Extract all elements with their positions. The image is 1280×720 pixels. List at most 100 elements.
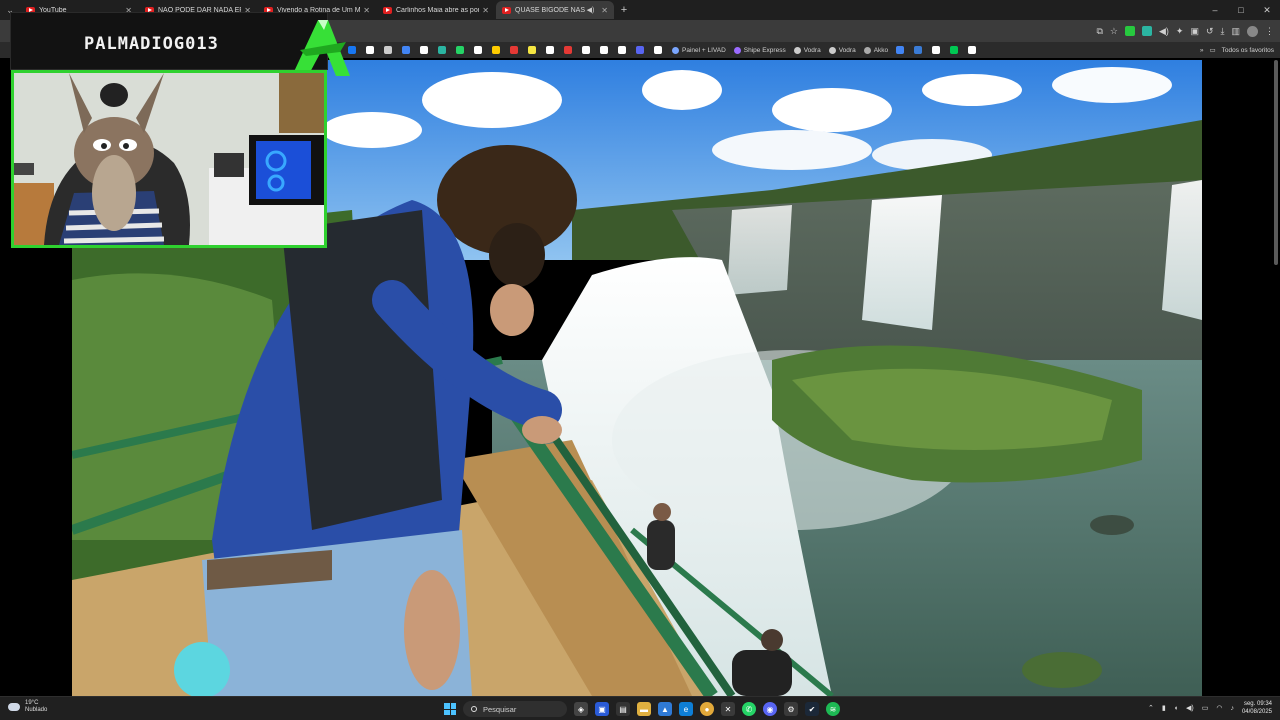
history-icon[interactable]: ↺	[1206, 26, 1214, 37]
bookmark-favicon-icon[interactable]	[600, 46, 608, 54]
screen: ⌄ YouTube ✕ NÃO PODE DAR NADA ERRADO ✕ V…	[0, 0, 1280, 720]
bookmark-favicon-icon[interactable]	[528, 46, 536, 54]
bookmark-favicon-icon[interactable]	[932, 46, 941, 54]
bookmark-favicon-icon[interactable]	[636, 46, 644, 54]
tab-video-3[interactable]: Carlinhos Maia abre as portas ✕	[377, 1, 495, 19]
webcam-image	[14, 73, 324, 245]
downloads-icon[interactable]: ⤓	[1221, 26, 1225, 37]
bookmark-favicon-icon[interactable]	[968, 46, 977, 54]
extensions-menu-icon[interactable]: ▣	[1190, 26, 1199, 37]
minimize-button[interactable]: –	[1202, 5, 1228, 16]
close-window-button[interactable]: ✕	[1254, 5, 1280, 16]
bookmark-favicon-icon[interactable]	[474, 46, 482, 54]
more-bookmarks-chevron-icon[interactable]: »	[1200, 47, 1204, 54]
discord-icon[interactable]: ◉	[763, 702, 777, 716]
usb-icon[interactable]: ▮	[1162, 704, 1166, 712]
chrome-icon[interactable]: ●	[700, 702, 714, 716]
spotify-icon[interactable]: ≋	[826, 702, 840, 716]
close-tab-icon[interactable]: ✕	[482, 6, 489, 15]
bookmark-favicon-icon[interactable]	[438, 46, 446, 54]
windows-start-icon[interactable]	[444, 703, 456, 715]
bookmark-favicon-icon[interactable]	[510, 46, 518, 54]
bookmark-favicon-icon[interactable]	[582, 46, 590, 54]
taskbar-apps: Pesquisar ◈ ▣ ▤ ▬ ▲ e ● ✕ ✆ ◉ ⚙ ✔ ≋	[444, 700, 840, 718]
bookmark-favicon-icon	[863, 46, 871, 54]
bookmark-favicon-icon[interactable]	[896, 46, 905, 54]
new-tab-button[interactable]: +	[615, 4, 633, 16]
weather-temp: 19°C	[25, 700, 39, 706]
bookmark-favicon-icon[interactable]	[384, 46, 392, 54]
tab-active-video[interactable]: QUASE BIGODE NAS CATARATAS ◀) ✕	[496, 1, 614, 19]
system-tray: ⌃ ▮ ◖ ◀) ▭ ◠ ♪ seg. 09:34 04/08/2025	[1148, 700, 1272, 716]
bookmark-favicon-icon[interactable]	[546, 46, 554, 54]
tray-chevron-icon[interactable]: ⌃	[1148, 704, 1154, 712]
extension-puzzle-icon[interactable]: ✦	[1176, 26, 1184, 37]
sound-icon[interactable]: ◀)	[1159, 26, 1169, 37]
bookmark-star-icon[interactable]: ☆	[1110, 26, 1118, 37]
widgets-icon[interactable]: ◈	[574, 702, 588, 716]
settings-icon[interactable]: ⚙	[784, 702, 798, 716]
bookmark-shipe[interactable]: Shipe Express	[733, 46, 786, 54]
network-icon[interactable]: ◠	[1216, 704, 1222, 712]
bookmark-label: Painel + LIVAD	[682, 46, 726, 54]
bookmark-favicon-icon[interactable]	[914, 46, 923, 54]
window-controls: – □ ✕	[1202, 5, 1280, 16]
all-bookmarks-link[interactable]: Todos os favoritos	[1222, 47, 1274, 54]
bookmark-favicon-icon[interactable]	[366, 46, 374, 54]
bookmark-akko[interactable]: Akko	[863, 46, 888, 54]
page-scrollbar[interactable]	[1274, 60, 1278, 265]
whatsapp-icon[interactable]: ✆	[742, 702, 756, 716]
app-icon[interactable]: ✕	[721, 702, 735, 716]
file-explorer-icon[interactable]: ▬	[637, 702, 651, 716]
bookmark-favicon-icon[interactable]	[564, 46, 572, 54]
extension-icon[interactable]	[1141, 26, 1152, 36]
maximize-button[interactable]: □	[1228, 5, 1254, 16]
webcam-feed	[11, 70, 327, 248]
clock[interactable]: seg. 09:34 04/08/2025	[1242, 700, 1272, 716]
mic-icon[interactable]: ◖	[1174, 705, 1178, 712]
profile-avatar[interactable]	[1247, 25, 1258, 37]
bookmark-favicon-icon[interactable]	[456, 46, 464, 54]
menu-dots-icon[interactable]: ⋮	[1265, 26, 1274, 37]
battery-icon[interactable]: ▭	[1202, 704, 1209, 712]
install-app-icon[interactable]: ⧉	[1096, 26, 1102, 37]
close-tab-icon[interactable]: ✕	[363, 6, 370, 15]
task-view-icon[interactable]: ▣	[595, 702, 609, 716]
tab-title: QUASE BIGODE NAS CATARATAS	[515, 6, 587, 14]
taskbar-search[interactable]: Pesquisar	[463, 701, 567, 717]
edge-icon[interactable]: e	[679, 702, 693, 716]
volume-icon[interactable]: ◀)	[1186, 704, 1194, 712]
bookmark-favicon-icon[interactable]	[402, 46, 410, 54]
app-icon[interactable]: ▲	[658, 702, 672, 716]
bookmark-label: Vodra	[838, 46, 856, 54]
bookmark-favicon-icon	[828, 46, 836, 54]
weather-widget[interactable]: 19°C Nublado	[8, 700, 47, 714]
bookmark-favicon-icon	[793, 46, 801, 54]
speaker-icon[interactable]: ◀)	[587, 6, 595, 14]
extension-icon[interactable]	[1124, 26, 1135, 36]
bookmark-favicon-icon[interactable]	[420, 46, 428, 54]
close-tab-icon[interactable]: ✕	[601, 6, 608, 15]
bookmark-favicon-icon	[733, 46, 741, 54]
weather-desc: Nublado	[25, 707, 48, 713]
youtube-icon	[383, 6, 392, 14]
bookmark-icons-more	[896, 46, 986, 54]
sidepanel-icon[interactable]: ▥	[1231, 26, 1240, 37]
bookmark-painel[interactable]: Painel + LIVAD	[672, 46, 726, 54]
toolbar-extension-icons: ⧉ ☆ ◀) ✦ ▣ ↺ ⤓ ▥ ⋮	[1096, 23, 1274, 39]
bookmark-favicon-icon[interactable]	[654, 46, 662, 54]
folder-icon: ▭	[1209, 47, 1216, 54]
steam-icon[interactable]: ✔	[805, 702, 819, 716]
bookmark-vodra-2[interactable]: Vodra	[828, 46, 856, 54]
bookmark-favicon-icon[interactable]	[618, 46, 626, 54]
bookmark-favicon-icon	[672, 46, 679, 54]
store-icon[interactable]: ▤	[616, 702, 630, 716]
channel-name: PALMADIOG013	[84, 34, 219, 54]
sound-tray-icon[interactable]: ♪	[1230, 705, 1234, 712]
bookmark-vodra-1[interactable]: Vodra	[793, 46, 821, 54]
bookmark-favicon-icon[interactable]	[492, 46, 500, 54]
clock-day: seg.	[1243, 701, 1256, 707]
bookmark-label: Shipe Express	[743, 46, 786, 54]
bookmark-favicon-icon[interactable]	[950, 46, 959, 54]
tab-title: Carlinhos Maia abre as portas	[396, 6, 480, 14]
